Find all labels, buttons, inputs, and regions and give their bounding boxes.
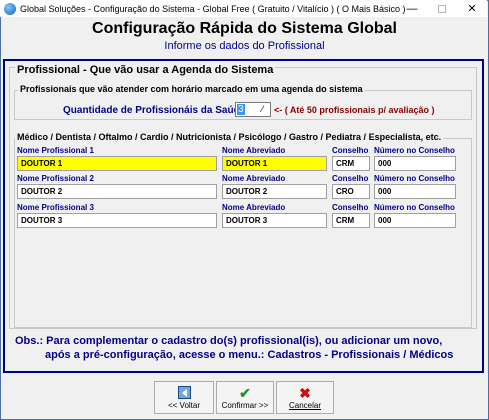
prof-2-short-label: Nome Abreviado [222, 174, 286, 183]
confirm-button[interactable]: ✔ Confirmar >> [216, 381, 274, 414]
maximize-button[interactable] [427, 0, 457, 17]
page-title: Configuração Rápida do Sistema Global [92, 20, 397, 37]
prof-2-council-label: Conselho [332, 174, 369, 183]
prof-3-short-label: Nome Abreviado [222, 203, 286, 212]
checkmark-icon: ✔ [239, 384, 251, 401]
quantity-stepper[interactable]: 3 ⁄ [235, 102, 271, 117]
page-header: Configuração Rápida do Sistema Global In… [1, 17, 488, 58]
title-bar: Global Soluções - Configuração do Sistem… [0, 0, 487, 17]
app-globe-icon [4, 2, 16, 15]
quantity-hint: <- ( Até 50 profissionais p/ avaliação ) [274, 105, 435, 115]
prof-2-council-input[interactable]: CRO [332, 184, 370, 199]
prof-3-number-input[interactable]: 000 [374, 213, 456, 228]
cancel-button[interactable]: ✖ Cancelar [276, 381, 334, 414]
observation-line-2: após a pré-configuração, acesse o menu.:… [45, 349, 454, 361]
maximize-icon [438, 4, 446, 13]
prof-1-number-input[interactable]: 000 [374, 156, 456, 171]
prof-3-council-label: Conselho [332, 203, 369, 212]
quantity-value[interactable]: 3 [237, 104, 245, 115]
prof-1-number-label: Número no Conselho [374, 146, 455, 155]
prof-1-council-label: Conselho [332, 146, 369, 155]
prof-2-short-input[interactable]: DOUTOR 2 [222, 184, 327, 199]
minimize-button[interactable]: — [397, 0, 427, 17]
prof-3-number-label: Número no Conselho [374, 203, 455, 212]
prof-2-name-label: Nome Profissional 2 [17, 174, 94, 183]
prof-1-council-input[interactable]: CRM [332, 156, 370, 171]
observation-line-1: Obs.: Para complementar o cadastro do(s)… [15, 335, 443, 347]
prof-1-short-label: Nome Abreviado [222, 146, 286, 155]
prof-1-name-label: Nome Profissional 1 [17, 146, 94, 155]
page-subtitle: Informe os dados do Profissional [164, 40, 325, 52]
confirm-button-label: Confirmar >> [221, 400, 269, 410]
back-arrow-icon [177, 385, 191, 401]
prof-1-short-input[interactable]: DOUTOR 1 [222, 156, 327, 171]
spin-arrows-icon[interactable]: ⁄ [256, 104, 269, 115]
back-button-label: << Voltar [167, 400, 201, 410]
prof-2-name-input[interactable]: DOUTOR 2 [17, 184, 217, 199]
observation-note: Obs.: Para complementar o cadastro do(s)… [15, 334, 453, 362]
prof-3-short-input[interactable]: DOUTOR 3 [222, 213, 327, 228]
close-button[interactable]: ✕ [457, 0, 487, 17]
prof-3-name-label: Nome Profissional 3 [17, 203, 94, 212]
professional-groupbox-title: Profissional - Que vão usar a Agenda do … [15, 64, 276, 76]
cancel-button-label: Cancelar [288, 400, 321, 410]
window-title: Global Soluções - Configuração do Sistem… [20, 3, 406, 14]
back-button[interactable]: << Voltar [154, 381, 214, 414]
prof-3-council-input[interactable]: CRM [332, 213, 370, 228]
quantity-groupbox-title: Profissionais que vão atender com horári… [18, 84, 365, 94]
prof-1-name-input[interactable]: DOUTOR 1 [17, 156, 217, 171]
cross-icon: ✖ [299, 384, 311, 401]
professionals-groupbox-title: Médico / Dentista / Oftalmo / Cardio / N… [15, 132, 444, 142]
prof-2-number-input[interactable]: 000 [374, 184, 456, 199]
prof-3-name-input[interactable]: DOUTOR 3 [17, 213, 217, 228]
quantity-label: Quantidade de Profissionáis da Saúde [63, 105, 246, 116]
prof-2-number-label: Número no Conselho [374, 174, 455, 183]
